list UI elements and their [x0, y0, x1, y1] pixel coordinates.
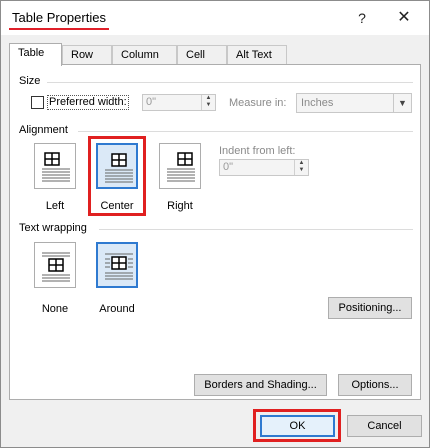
preferred-width-label[interactable]: Preferred width:	[47, 95, 129, 110]
align-left-icon	[42, 152, 70, 182]
positioning-button[interactable]: Positioning...	[328, 297, 412, 319]
wrap-around-label: Around	[99, 303, 135, 315]
preferred-width-value: 0"	[146, 96, 157, 108]
tab-row-label: Row	[71, 49, 94, 61]
size-section-label: Size	[19, 75, 41, 87]
align-right-label: Right	[167, 200, 193, 212]
title-red-underline	[9, 28, 109, 30]
tab-row[interactable]: Row	[62, 45, 112, 65]
tab-table-label: Table	[18, 47, 45, 59]
indent-from-left-label: Indent from left:	[219, 145, 296, 157]
dialog-title: Table Properties	[12, 10, 106, 25]
indent-spinner-arrows[interactable]: ▲ ▼	[294, 160, 308, 175]
text-wrapping-divider	[99, 229, 413, 230]
measure-in-label: Measure in:	[229, 97, 287, 109]
tab-table[interactable]: Table	[9, 43, 62, 66]
help-button[interactable]: ?	[351, 7, 373, 29]
title-bar: Table Properties ? ✕	[1, 1, 429, 35]
align-left-label: Left	[45, 200, 65, 212]
wrap-around-button[interactable]	[96, 242, 138, 288]
wrap-around-icon	[105, 253, 133, 280]
align-left-button[interactable]	[34, 143, 76, 189]
measure-in-select[interactable]: Inches ▼	[296, 93, 412, 113]
wrap-none-icon	[42, 252, 70, 282]
measure-in-value: Inches	[301, 97, 334, 109]
cancel-button[interactable]: Cancel	[347, 415, 422, 437]
table-properties-dialog: Table Properties ? ✕ Table Row Column Ce…	[0, 0, 430, 448]
wrap-none-label: None	[41, 303, 69, 315]
tab-alt-text-label: Alt Text	[236, 49, 272, 61]
spin-down-icon[interactable]: ▼	[295, 167, 308, 174]
alignment-section-label: Alignment	[19, 124, 68, 136]
tab-column[interactable]: Column	[112, 45, 177, 65]
tab-column-label: Column	[121, 49, 159, 61]
chevron-down-icon[interactable]: ▼	[393, 94, 411, 112]
align-center-icon	[105, 153, 133, 183]
spin-down-icon[interactable]: ▼	[202, 102, 215, 109]
borders-and-shading-button[interactable]: Borders and Shading...	[194, 374, 327, 396]
options-button[interactable]: Options...	[338, 374, 412, 396]
tab-alt-text[interactable]: Alt Text	[227, 45, 287, 65]
tab-cell[interactable]: Cell	[177, 45, 227, 65]
alignment-divider	[78, 131, 413, 132]
indent-from-left-value: 0"	[223, 161, 234, 173]
ok-button[interactable]: OK	[260, 415, 335, 437]
size-divider	[47, 82, 413, 83]
text-wrapping-section-label: Text wrapping	[19, 222, 87, 234]
wrap-none-button[interactable]	[34, 242, 76, 288]
align-right-button[interactable]	[159, 143, 201, 189]
indent-from-left-spinner[interactable]: 0" ▲ ▼	[219, 159, 309, 176]
spinner-arrows[interactable]: ▲ ▼	[201, 95, 215, 110]
align-center-label: Center	[100, 200, 134, 212]
preferred-width-checkbox[interactable]	[31, 96, 44, 109]
spin-up-icon[interactable]: ▲	[202, 95, 215, 102]
tab-cell-label: Cell	[186, 49, 205, 61]
spin-up-icon[interactable]: ▲	[295, 160, 308, 167]
close-button[interactable]: ✕	[393, 7, 415, 29]
align-right-icon	[167, 152, 195, 182]
preferred-width-spinner[interactable]: 0" ▲ ▼	[142, 94, 216, 111]
align-center-button[interactable]	[96, 143, 138, 189]
